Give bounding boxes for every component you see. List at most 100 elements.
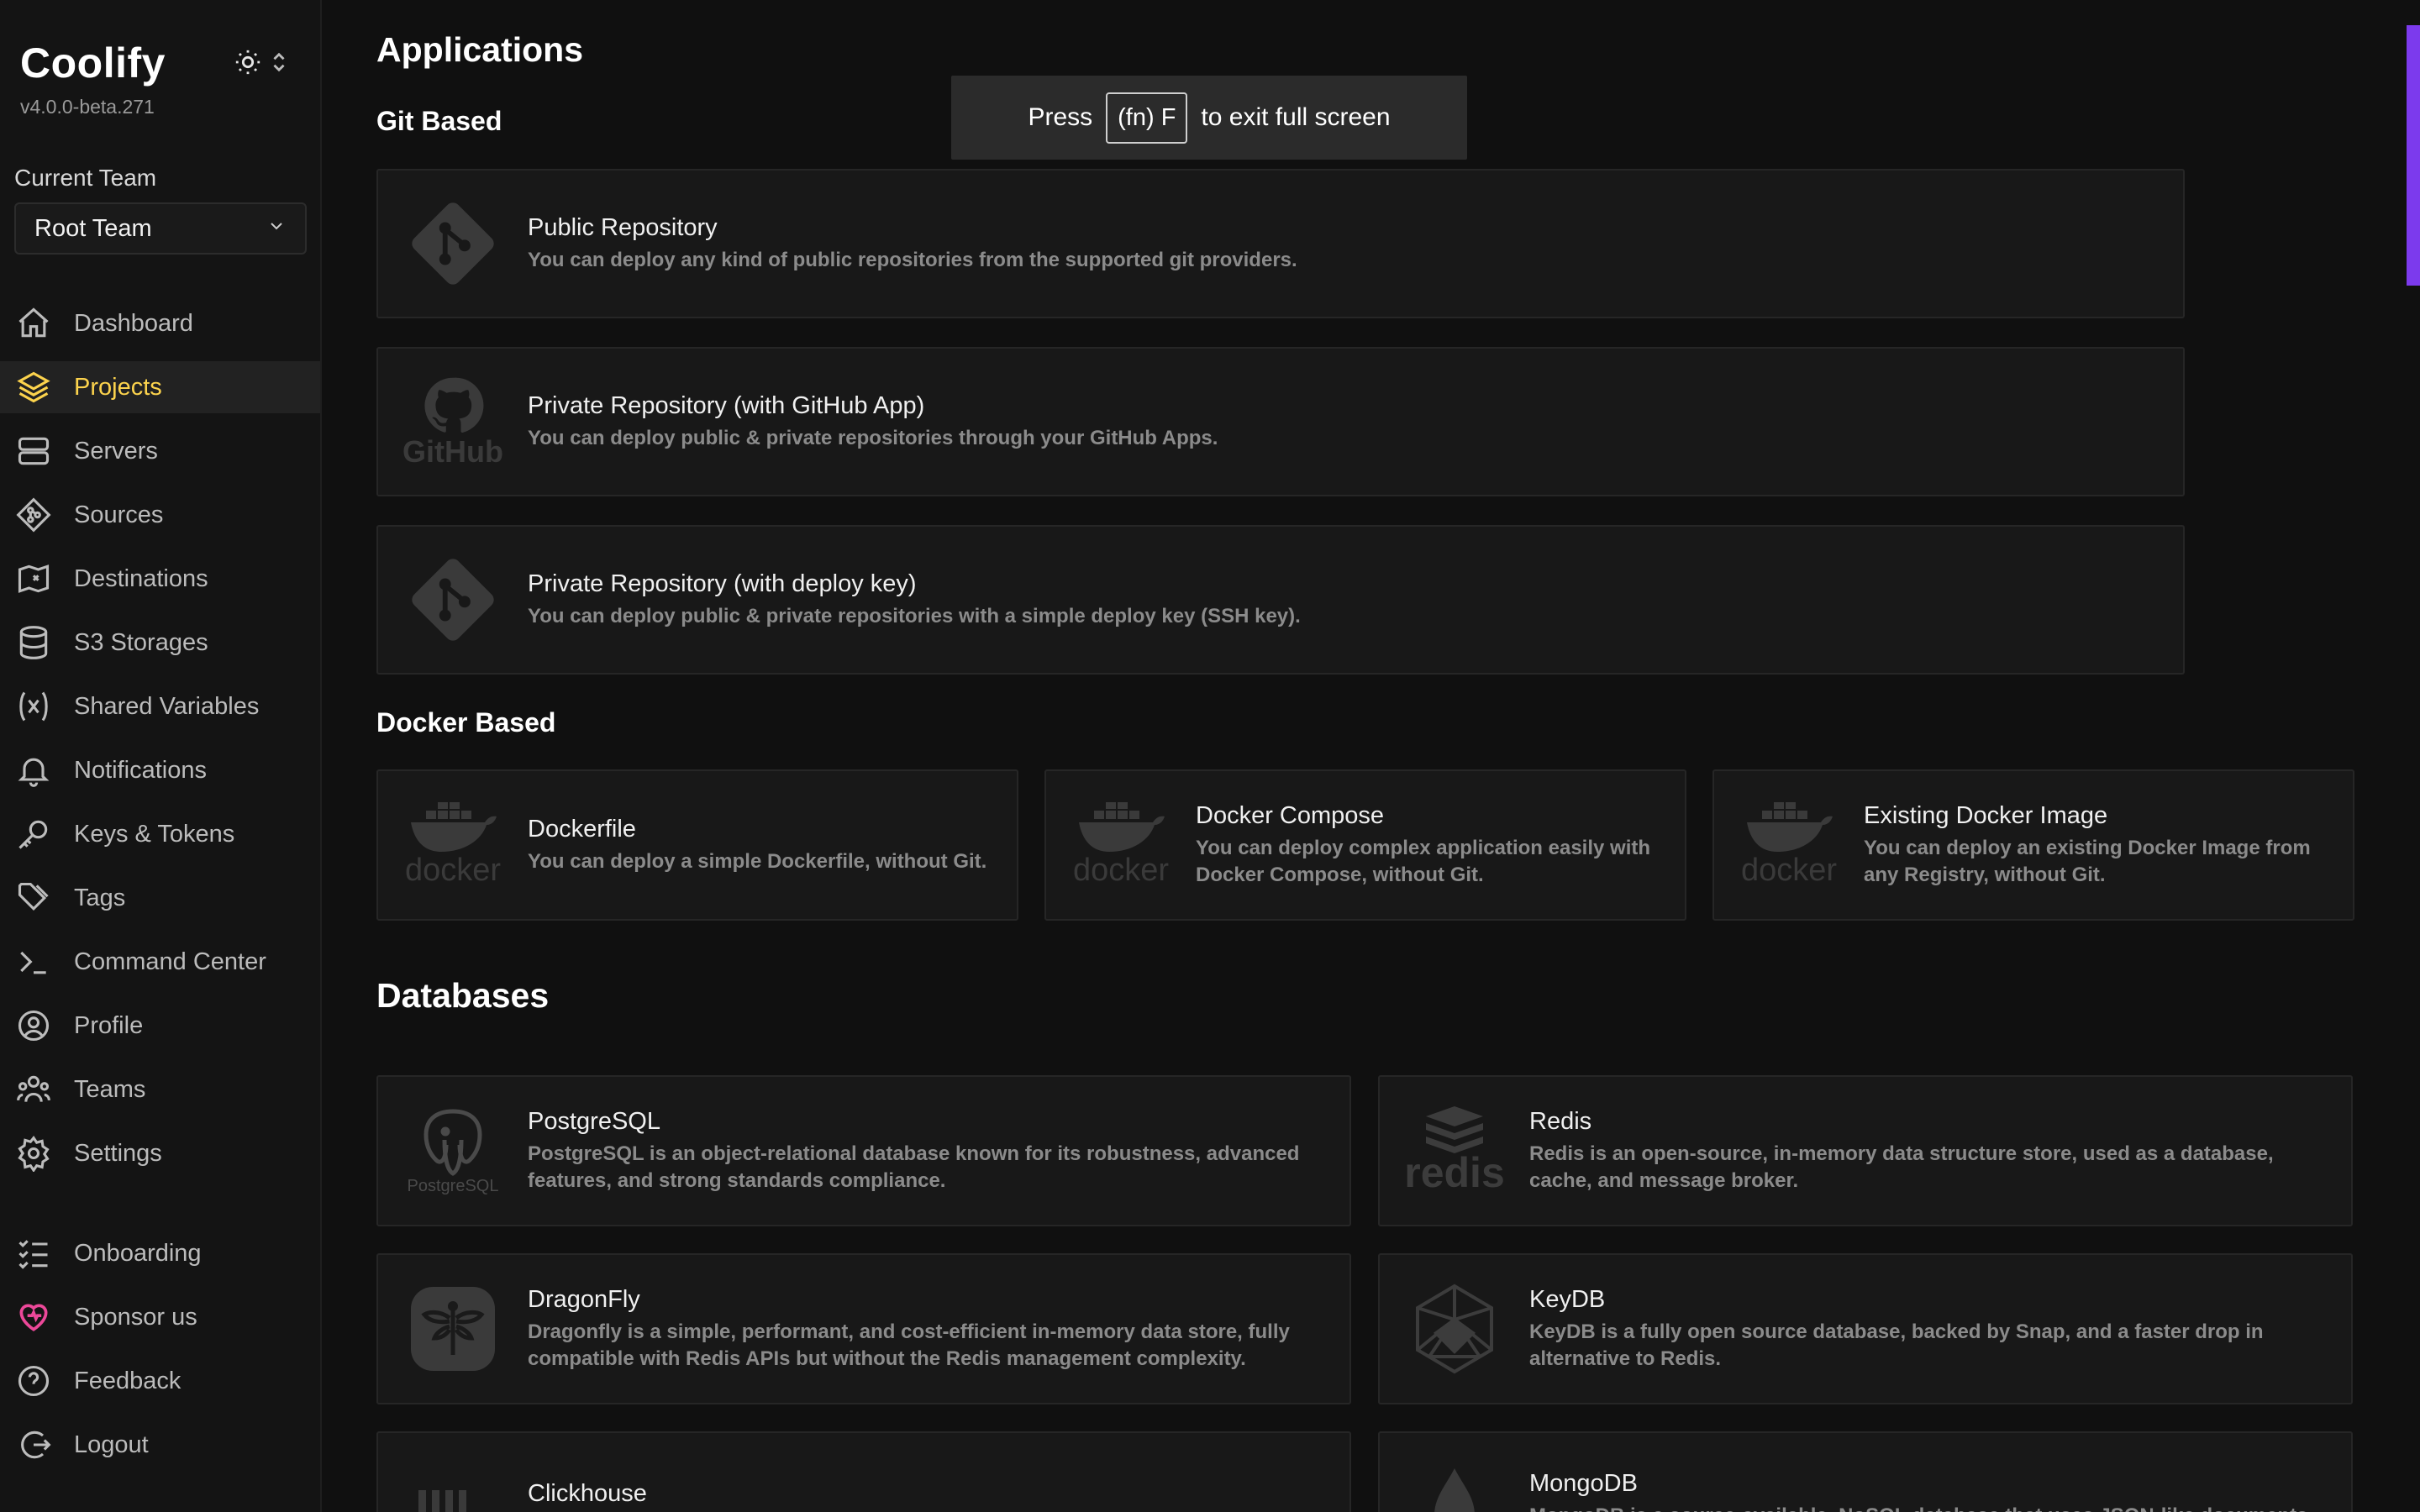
sidebar-item-profile[interactable]: Profile [0,1000,320,1052]
checklist-icon [18,1240,48,1269]
sidebar-item-dashboard[interactable]: Dashboard [0,297,320,349]
sidebar-item-sponsor[interactable]: Sponsor us [0,1291,320,1343]
private-repository-github-app-card[interactable]: GitHub Private Repository (with GitHub A… [376,347,2185,496]
dockerfile-card[interactable]: docker Dockerfile You can deploy a simpl… [376,769,1018,921]
toast-press-text: Press [1028,103,1093,131]
docker-icon: docker [1071,795,1171,895]
sidebar-nav: Dashboard Projects Servers Sources Desti… [0,297,320,1191]
docker-logo-text: docker [1072,852,1170,888]
sidebar-item-logout[interactable]: Logout [0,1419,320,1471]
docker-logo-text: docker [1740,852,1838,888]
git-icon [403,194,502,293]
postgresql-icon: PostgreSQL [403,1101,502,1200]
sidebar-item-projects[interactable]: Projects [0,361,320,413]
sidebar-item-sources[interactable]: Sources [0,489,320,541]
card-title: Docker Compose [1196,801,1385,829]
toast-rest-text: to exit full screen [1201,103,1391,131]
card-title: Private Repository (with deploy key) [528,570,917,597]
sidebar-item-label: Tags [74,884,126,911]
sidebar-item-feedback[interactable]: Feedback [0,1355,320,1407]
keydb-card[interactable]: KeyDB KeyDB is a fully open source datab… [1378,1253,2353,1404]
private-repository-deploy-key-card[interactable]: Private Repository (with deploy key) You… [376,525,2185,675]
team-select-value: Root Team [34,214,152,242]
sidebar-item-s3-storages[interactable]: S3 Storages [0,617,320,669]
card-title: Existing Docker Image [1864,801,2108,829]
card-title: Private Repository (with GitHub App) [528,391,925,419]
sidebar-item-teams[interactable]: Teams [0,1063,320,1116]
logout-icon [21,1431,51,1459]
card-description: You can deploy a simple Dockerfile, with… [528,849,987,873]
sidebar-item-command-center[interactable]: Command Center [0,936,320,988]
dragonfly-card[interactable]: DragonFly Dragonfly is a simple, perform… [376,1253,1351,1404]
card-description: KeyDB is a fully open source database, b… [1529,1320,2264,1370]
card-description: Dragonfly is a simple, performant, and c… [528,1320,1290,1370]
main-content: Applications Git Based Public Repository… [322,0,2420,1512]
card-title: Public Repository [528,213,718,241]
card-description: You can deploy complex application easil… [1196,836,1651,886]
github-logo-text: GitHub [402,434,503,469]
docker-icon: docker [1739,795,1839,895]
sidebar-item-destinations[interactable]: Destinations [0,553,320,605]
sidebar-item-shared-variables[interactable]: Shared Variables [0,680,320,732]
existing-docker-image-card[interactable]: docker Existing Docker Image You can dep… [1712,769,2354,921]
brand-logo[interactable]: Coolify [20,39,166,87]
users-icon [17,1075,50,1102]
gear-icon [18,1136,50,1172]
clickhouse-card[interactable]: Clickhouse [376,1431,1351,1512]
card-title: DragonFly [528,1285,640,1313]
redis-card[interactable]: redis Redis Redis is an open-source, in-… [1378,1075,2353,1226]
keydb-icon [1405,1279,1504,1378]
card-description: You can deploy public & private reposito… [528,426,1218,449]
postgresql-card[interactable]: PostgreSQL PostgreSQL PostgreSQL is an o… [376,1075,1351,1226]
dragonfly-icon [403,1279,502,1378]
git-based-heading: Git Based [376,106,502,136]
redis-icon: redis [1404,1101,1505,1200]
sidebar-item-label: Dashboard [74,309,193,337]
card-description: MongoDB is a source-available, NoSQL dat… [1529,1503,2336,1512]
card-description: You can deploy an existing Docker Image … [1864,836,2311,886]
heart-icon [19,1304,48,1331]
clickhouse-icon [403,1470,502,1512]
sidebar-item-keys-tokens[interactable]: Keys & Tokens [0,808,320,860]
layers-icon [17,371,50,403]
sidebar-item-servers[interactable]: Servers [0,425,320,477]
sidebar-item-label: Shared Variables [74,692,260,720]
git-icon [403,550,502,649]
card-description: PostgreSQL is an object-relational datab… [528,1142,1300,1192]
tags-icon [18,882,49,911]
mongodb-card[interactable]: MongoDB MongoDB is a source-available, N… [1378,1431,2353,1512]
sidebar-item-label: Logout [74,1431,149,1458]
chevron-down-icon [266,215,287,243]
card-title: Redis [1529,1107,1592,1135]
sidebar-item-label: Teams [74,1075,146,1103]
sidebar-item-label: Keys & Tokens [74,820,235,848]
sidebar-item-tags[interactable]: Tags [0,872,320,924]
theme-toggle[interactable] [234,47,297,81]
user-circle-icon [18,1010,50,1042]
docker-icon: docker [403,795,502,895]
sidebar-item-label: Profile [74,1011,144,1039]
sidebar-item-notifications[interactable]: Notifications [0,744,320,796]
docker-compose-card[interactable]: docker Docker Compose You can deploy com… [1044,769,1686,921]
sidebar-item-label: Sponsor us [74,1303,197,1331]
redis-logo-text: redis [1404,1149,1505,1196]
sidebar-item-settings[interactable]: Settings [0,1127,320,1179]
sidebar-item-label: Settings [74,1139,162,1167]
docker-based-heading: Docker Based [376,707,556,738]
card-description: Redis is an open-source, in-memory data … [1529,1142,2274,1192]
card-description: You can deploy public & private reposito… [528,604,1301,627]
github-icon: GitHub [402,372,503,471]
mongodb-icon [1405,1462,1504,1512]
toast-key: (fn) F [1106,92,1188,144]
public-repository-card[interactable]: Public Repository You can deploy any kin… [376,169,2185,318]
card-title: Clickhouse [528,1480,647,1507]
sidebar-item-label: Notifications [74,756,207,784]
sidebar-bottom-nav: Onboarding Sponsor us Feedback Logout [0,1227,320,1483]
sidebar-item-label: Destinations [74,564,208,592]
sidebar-item-onboarding[interactable]: Onboarding [0,1227,320,1279]
scrollbar-thumb[interactable] [2407,25,2420,286]
chevron-up-down-icon [271,51,287,77]
team-select[interactable]: Root Team [14,202,307,255]
bell-icon [18,758,50,787]
variable-icon [19,691,48,722]
